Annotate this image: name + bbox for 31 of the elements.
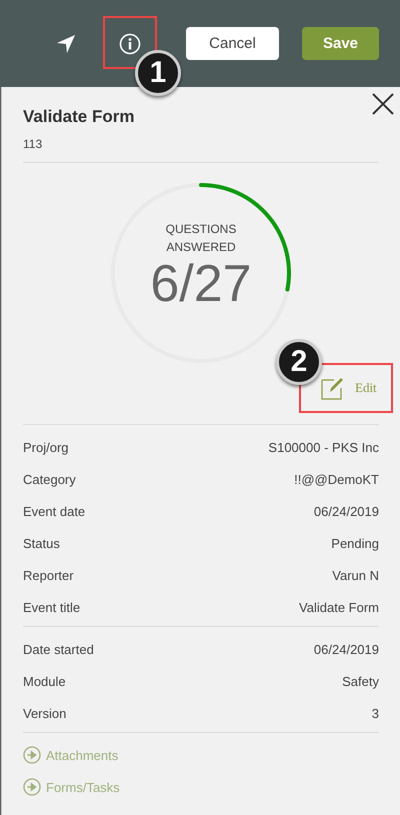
field-label: Event date [23, 504, 86, 518]
arrow-circle-icon [23, 746, 41, 764]
save-button[interactable]: Save [302, 27, 379, 60]
field-value: Validate Form [299, 600, 379, 614]
field-label: Module [23, 674, 66, 688]
progress-value: 6/27 [150, 256, 252, 312]
panel-title: Validate Form [23, 107, 136, 127]
info-icon[interactable] [119, 32, 141, 54]
step-badge: 1 [135, 50, 181, 96]
record-number: 113 [23, 137, 44, 151]
field-value: S100000 - PKS Inc [268, 440, 379, 454]
field-label: Event title [23, 600, 80, 614]
field-value: 06/24/2019 [314, 504, 379, 518]
pencil-icon [321, 376, 345, 400]
field-label: Reporter [23, 568, 74, 582]
field-label: Status [23, 536, 60, 550]
field-value: 06/24/2019 [314, 642, 379, 656]
close-icon[interactable] [371, 92, 395, 116]
field-value: Safety [342, 674, 379, 688]
field-value: Pending [331, 536, 379, 550]
field-value: 3 [372, 706, 379, 720]
progress-label: QUESTIONS ANSWERED [164, 221, 238, 256]
field-label: Version [23, 706, 66, 720]
field-value: !!@@DemoKT [294, 472, 379, 486]
cancel-button[interactable]: Cancel [186, 27, 279, 60]
field-value: Varun N [332, 568, 379, 582]
arrow-circle-icon [23, 778, 41, 796]
field-label: Category [23, 472, 76, 486]
field-label: Date started [23, 642, 94, 656]
field-label: Proj/org [23, 440, 69, 454]
navigation-icon[interactable] [56, 34, 76, 54]
